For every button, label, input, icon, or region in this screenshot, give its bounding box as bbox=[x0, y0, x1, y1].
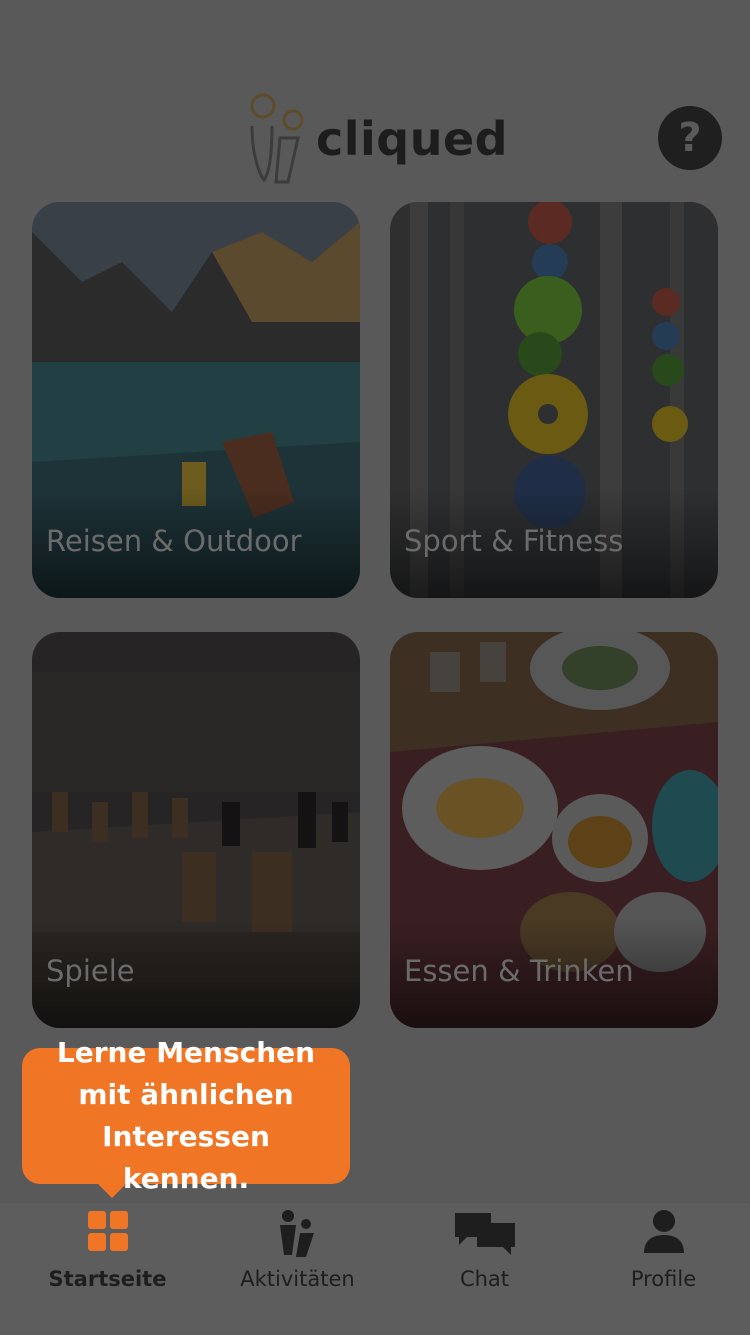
help-button[interactable]: ? bbox=[658, 106, 722, 170]
onboarding-tooltip: Lerne Menschen mit ähnlichen Interessen … bbox=[22, 1036, 350, 1198]
tab-startseite[interactable]: Startseite bbox=[14, 1203, 201, 1335]
tab-label: Aktivitäten bbox=[240, 1267, 355, 1291]
category-card-reisen-outdoor[interactable]: Reisen & Outdoor bbox=[32, 202, 360, 598]
category-label: Reisen & Outdoor bbox=[46, 524, 302, 558]
app-name: cliqued bbox=[316, 112, 509, 166]
category-card-essen-trinken[interactable]: Essen & Trinken bbox=[390, 632, 718, 1028]
app-header: cliqued ? bbox=[0, 0, 750, 200]
grid-icon bbox=[87, 1211, 128, 1251]
tab-label: Startseite bbox=[48, 1267, 167, 1291]
people-icon bbox=[279, 1210, 314, 1257]
cliqued-logo-icon bbox=[250, 93, 304, 184]
category-card-sport-fitness[interactable]: Sport & Fitness bbox=[390, 202, 718, 598]
tab-profile[interactable]: Profile bbox=[570, 1203, 750, 1335]
app-logo: cliqued bbox=[246, 92, 516, 187]
user-icon bbox=[643, 1210, 684, 1253]
tooltip-pointer bbox=[98, 1184, 126, 1198]
tab-aktivitaeten[interactable]: Aktivitäten bbox=[204, 1203, 391, 1335]
tab-label: Chat bbox=[459, 1267, 510, 1291]
category-label: Essen & Trinken bbox=[404, 954, 634, 988]
category-label: Sport & Fitness bbox=[404, 524, 624, 558]
category-label: Spiele bbox=[46, 954, 135, 988]
tab-label: Profile bbox=[630, 1267, 697, 1291]
chat-bubbles-icon bbox=[454, 1213, 515, 1255]
category-card-spiele[interactable]: Spiele bbox=[32, 632, 360, 1028]
tooltip-text: Lerne Menschen mit ähnlichen Interessen … bbox=[56, 1036, 316, 1195]
tab-chat[interactable]: Chat bbox=[391, 1203, 578, 1335]
bottom-tab-bar: Startseite Aktivitäten Chat Profile bbox=[0, 1202, 750, 1335]
